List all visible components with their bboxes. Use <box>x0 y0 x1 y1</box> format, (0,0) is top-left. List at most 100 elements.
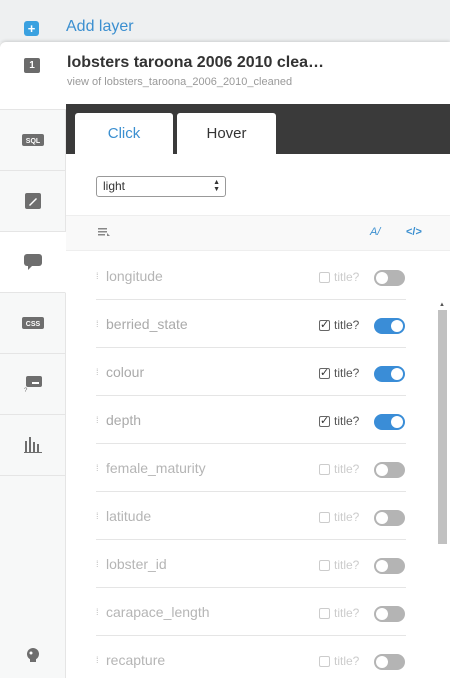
rail-item-sql[interactable]: SQL <box>0 110 66 171</box>
field-toggle[interactable] <box>374 606 405 622</box>
theme-select-value: light <box>103 179 126 193</box>
field-row[interactable]: ⁞ recapture title? <box>96 636 406 678</box>
rail-item-legend[interactable]: ? <box>0 354 66 415</box>
add-layer-bar[interactable]: + Add layer <box>0 0 450 42</box>
field-row[interactable]: ⁞ colour title? <box>96 348 406 396</box>
drag-handle-icon[interactable]: ⁞ <box>96 608 98 617</box>
title-checkbox[interactable] <box>319 656 330 667</box>
bar-chart-icon <box>24 437 42 453</box>
toggle-knob <box>391 320 403 332</box>
tab-hover[interactable]: Hover <box>177 113 276 154</box>
code-view-button[interactable]: </> <box>406 226 422 238</box>
drag-handle-icon[interactable]: ⁞ <box>96 416 98 425</box>
title-checkbox[interactable] <box>319 560 330 571</box>
svg-text:SQL: SQL <box>26 138 41 145</box>
field-row[interactable]: ⁞ carapace_length title? <box>96 588 406 636</box>
title-checkbox[interactable] <box>319 512 330 523</box>
drag-handle-icon[interactable]: ⁞ <box>96 272 98 281</box>
field-name: latitude <box>106 508 152 524</box>
drag-handle-icon[interactable]: ⁞ <box>96 464 98 473</box>
field-row[interactable]: ⁞ depth title? <box>96 396 406 444</box>
drag-handle-icon[interactable]: ⁞ <box>96 656 98 665</box>
title-checkbox-label: title? <box>334 318 360 332</box>
select-arrows-icon: ▲ ▼ <box>213 179 220 193</box>
title-checkbox-label: title? <box>334 414 360 428</box>
field-name: recapture <box>106 652 166 668</box>
title-checkbox-label: title? <box>334 558 360 572</box>
title-checkbox[interactable] <box>319 272 330 283</box>
field-row[interactable]: ⁞ lobster_id title? <box>96 540 406 588</box>
lightbulb-icon <box>27 648 39 662</box>
field-name: depth <box>106 412 142 428</box>
field-toggle[interactable] <box>374 510 405 526</box>
scroll-up-icon[interactable]: ▲ <box>439 302 445 308</box>
title-checkbox-label: title? <box>334 366 360 380</box>
field-name: berried_state <box>106 316 188 332</box>
rail-item-infowindow[interactable] <box>0 232 66 293</box>
layer-number-badge: 1 <box>24 58 40 73</box>
layer-title[interactable]: lobsters taroona 2006 2010 clea… <box>67 54 324 72</box>
title-checkbox[interactable] <box>319 414 330 427</box>
theme-select[interactable]: light ▲ ▼ <box>96 176 226 197</box>
legend-icon: ? <box>24 376 42 392</box>
field-toggle[interactable] <box>374 366 405 382</box>
field-row[interactable]: ⁞ longitude title? <box>96 252 406 300</box>
toggle-knob <box>376 656 388 668</box>
speech-bubble-icon <box>23 253 42 270</box>
tab-bar: Click Hover <box>66 104 450 154</box>
sql-icon: SQL <box>22 134 44 146</box>
field-toggle[interactable] <box>374 414 405 430</box>
title-checkbox[interactable] <box>319 464 330 475</box>
sort-az-button[interactable]: A/ <box>370 226 380 238</box>
field-toggle[interactable] <box>374 270 405 286</box>
side-rail: SQL CSS ? <box>0 109 66 678</box>
field-name: longitude <box>106 268 163 284</box>
layer-subtitle: view of lobsters_taroona_2006_2010_clean… <box>67 76 293 88</box>
tab-click[interactable]: Click <box>75 113 173 154</box>
list-icon[interactable] <box>98 228 110 237</box>
plus-icon[interactable]: + <box>24 21 39 36</box>
title-checkbox[interactable] <box>319 318 330 331</box>
drag-handle-icon[interactable]: ⁞ <box>96 560 98 569</box>
rail-item-css[interactable]: CSS <box>0 293 66 354</box>
title-checkbox-label: title? <box>334 462 360 476</box>
field-toggle[interactable] <box>374 462 405 478</box>
toggle-knob <box>376 512 388 524</box>
title-checkbox[interactable] <box>319 608 330 619</box>
toggle-knob <box>391 368 403 380</box>
field-name: colour <box>106 364 145 380</box>
title-checkbox-label: title? <box>334 606 360 620</box>
scrollbar-thumb[interactable] <box>438 310 447 544</box>
title-checkbox-label: title? <box>334 510 360 524</box>
css-icon: CSS <box>22 317 44 329</box>
drag-handle-icon[interactable]: ⁞ <box>96 512 98 521</box>
layer-panel: 1 lobsters taroona 2006 2010 clea… view … <box>0 42 450 678</box>
fields-toolbar: A/ </> <box>66 215 450 251</box>
drag-handle-icon[interactable]: ⁞ <box>96 368 98 377</box>
rail-help-button[interactable] <box>0 636 66 676</box>
toggle-knob <box>376 608 388 620</box>
field-name: carapace_length <box>106 604 210 620</box>
fields-list: ⁞ longitude title? ⁞ berried_state title? ⁞ col… <box>66 252 450 678</box>
infowindow-content: Click Hover light ▲ ▼ A/ </> ⁞ longitude ti… <box>66 104 450 678</box>
toggle-knob <box>376 560 388 572</box>
fields-scrollbar[interactable]: ▲ <box>437 302 448 678</box>
title-checkbox-label: title? <box>334 270 360 284</box>
svg-text:CSS: CSS <box>26 321 41 328</box>
drag-handle-icon[interactable]: ⁞ <box>96 320 98 329</box>
field-row[interactable]: ⁞ latitude title? <box>96 492 406 540</box>
field-toggle[interactable] <box>374 654 405 670</box>
field-toggle[interactable] <box>374 318 405 334</box>
title-checkbox[interactable] <box>319 366 330 379</box>
svg-text:?: ? <box>24 388 28 392</box>
rail-item-wizard[interactable] <box>0 171 66 232</box>
field-row[interactable]: ⁞ berried_state title? <box>96 300 406 348</box>
toggle-knob <box>391 416 403 428</box>
field-row[interactable]: ⁞ female_maturity title? <box>96 444 406 492</box>
rail-item-filters[interactable] <box>0 415 66 476</box>
brush-icon <box>25 193 41 209</box>
field-toggle[interactable] <box>374 558 405 574</box>
add-layer-label[interactable]: Add layer <box>66 18 134 36</box>
title-checkbox-label: title? <box>334 654 360 668</box>
toggle-knob <box>376 272 388 284</box>
